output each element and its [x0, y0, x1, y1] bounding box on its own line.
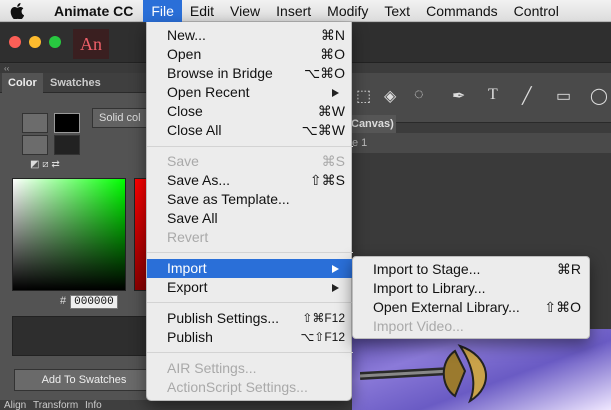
color-preview [12, 316, 160, 356]
fill-type-dropdown[interactable]: Solid col [92, 108, 152, 128]
menu-item-publish[interactable]: Publish ⌥⇧F12 [147, 328, 353, 347]
menu-file[interactable]: File [143, 0, 182, 22]
menu-insert[interactable]: Insert [268, 0, 319, 22]
axe-artwork [360, 344, 487, 404]
hex-input[interactable]: 000000 [70, 295, 118, 309]
menu-item-close-all[interactable]: Close All ⌥⌘W [147, 121, 353, 140]
menu-view[interactable]: View [222, 0, 268, 22]
menu-item-publish-settings[interactable]: Publish Settings... ⇧⌘F12 [147, 309, 353, 328]
text-tool-icon[interactable]: T [488, 86, 498, 104]
swap-colors-icon[interactable]: ◩ ⧄ ⇄ [30, 159, 60, 170]
close-window-button[interactable] [9, 36, 21, 48]
animate-logo: An [73, 29, 109, 59]
color-panel-tabs: Color Swatches [0, 73, 160, 93]
document-tab[interactable]: Canvas) [346, 115, 396, 133]
menu-separator [147, 352, 353, 353]
lasso-tool-icon[interactable]: ◌ [414, 86, 424, 104]
fill-pattern-icon[interactable] [54, 135, 80, 155]
hex-row: #000000 [60, 295, 118, 309]
menu-item-air-settings: AIR Settings... [167, 360, 257, 376]
menu-item-new[interactable]: New... ⌘N [147, 26, 353, 45]
scene-label: e 1 [346, 133, 611, 153]
tab-color[interactable]: Color [2, 73, 43, 93]
tab-swatches[interactable]: Swatches [44, 73, 107, 93]
apple-icon[interactable] [0, 2, 34, 19]
menu-separator [147, 146, 353, 147]
menu-item-import[interactable]: Import [147, 259, 353, 278]
panel-collapse-icon[interactable]: ‹‹ [0, 64, 160, 73]
rectangle-tool-icon[interactable]: ▭ [556, 86, 571, 106]
oval-tool-icon[interactable]: ◯ [590, 86, 608, 106]
menu-separator [147, 252, 353, 253]
submenu-item-import-video: Import Video... [373, 318, 464, 334]
hex-label: # [60, 295, 67, 307]
minimize-window-button[interactable] [29, 36, 41, 48]
stroke-color-swatch[interactable] [54, 113, 80, 133]
tab-align[interactable]: Align [4, 400, 26, 410]
import-submenu: Import to Stage... ⌘R Import to Library..… [352, 256, 590, 339]
add-to-swatches-button[interactable]: Add To Swatches [14, 369, 154, 391]
zoom-window-button[interactable] [49, 36, 61, 48]
menu-item-save: Save ⌘S [167, 153, 345, 169]
menu-control[interactable]: Control [506, 0, 567, 22]
menu-separator [147, 302, 353, 303]
menu-item-close[interactable]: Close ⌘W [147, 102, 353, 121]
menu-commands[interactable]: Commands [418, 0, 506, 22]
menu-item-actionscript-settings: ActionScript Settings... [167, 379, 308, 395]
submenu-item-open-external-library[interactable]: Open External Library... ⇧⌘O [353, 298, 589, 317]
stroke-color-icon[interactable] [22, 113, 48, 133]
menu-item-save-all[interactable]: Save All [147, 209, 353, 228]
tab-info[interactable]: Info [85, 400, 102, 410]
submenu-arrow-icon [332, 284, 339, 292]
3d-tool-icon[interactable]: ◈ [384, 86, 396, 106]
color-picker-field[interactable] [12, 178, 126, 291]
menubar: Animate CC File Edit View Insert Modify … [0, 0, 611, 22]
menu-item-open-recent[interactable]: Open Recent [147, 83, 353, 102]
submenu-item-import-to-library[interactable]: Import to Library... [353, 279, 589, 298]
tab-transform[interactable]: Transform [33, 400, 78, 410]
file-menu-dropdown: New... ⌘N Open ⌘O Browse in Bridge ⌥⌘O Open… [146, 22, 353, 401]
menu-item-open[interactable]: Open ⌘O [147, 45, 353, 64]
submenu-arrow-icon [332, 265, 339, 273]
submenu-arrow-icon [332, 89, 339, 97]
bottom-panel-tabs: Align Transform Info [0, 400, 160, 410]
menu-item-save-as[interactable]: Save As... ⇧⌘S [147, 171, 353, 190]
menu-item-export[interactable]: Export [147, 278, 353, 297]
menu-item-browse-in-bridge[interactable]: Browse in Bridge ⌥⌘O [147, 64, 353, 83]
menu-edit[interactable]: Edit [182, 0, 222, 22]
line-tool-icon[interactable]: ╱ [522, 86, 532, 106]
menu-text[interactable]: Text [376, 0, 418, 22]
menu-item-save-as-template[interactable]: Save as Template... [147, 190, 353, 209]
menu-modify[interactable]: Modify [319, 0, 376, 22]
submenu-item-import-to-stage[interactable]: Import to Stage... ⌘R [353, 260, 589, 279]
marquee-tool-icon[interactable]: ⬚ [356, 86, 371, 106]
app-menu[interactable]: Animate CC [34, 3, 143, 19]
fill-color-icon[interactable] [22, 135, 48, 155]
menu-item-revert: Revert [167, 229, 209, 245]
pen-tool-icon[interactable]: ✒ [452, 86, 465, 106]
